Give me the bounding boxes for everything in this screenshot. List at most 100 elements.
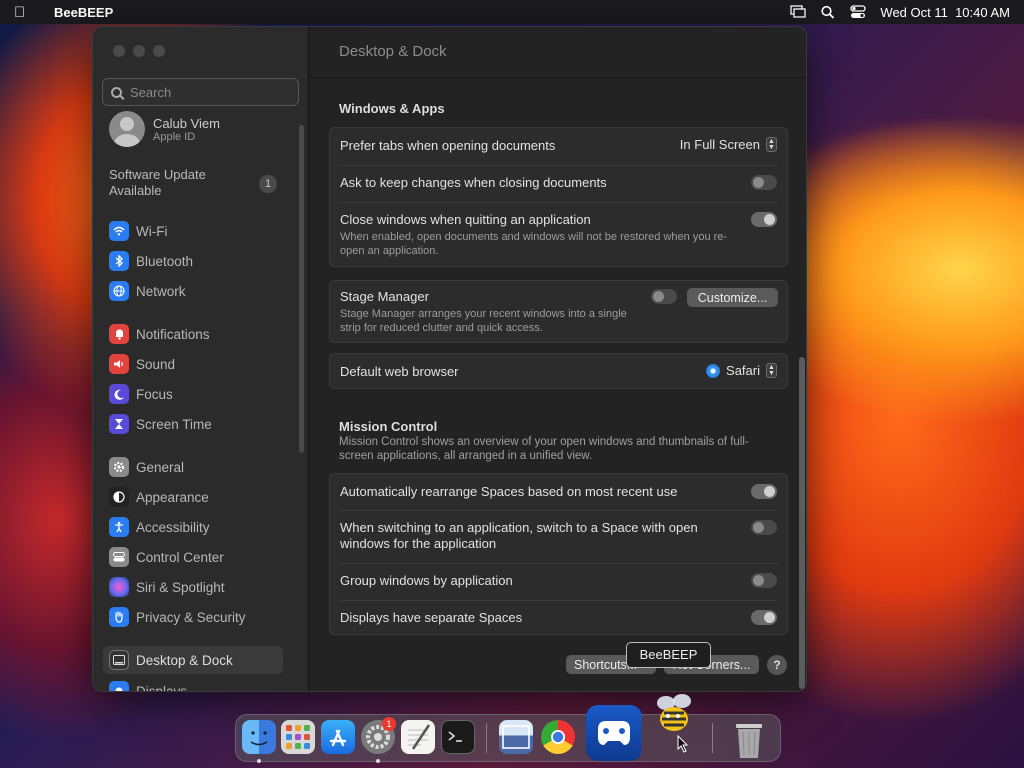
launchpad-icon[interactable] bbox=[281, 720, 315, 754]
steam-link-icon[interactable] bbox=[586, 705, 642, 761]
wifi-icon bbox=[109, 221, 129, 241]
software-update-item[interactable]: Software Update Available bbox=[109, 167, 239, 199]
zoom-window-button[interactable] bbox=[153, 45, 165, 57]
menubar-clock[interactable]: Wed Oct 11 10:40 AM bbox=[880, 5, 1010, 20]
prefer-tabs-select[interactable]: In Full Screen ▲ ▼ bbox=[680, 137, 777, 152]
auto-rearrange-toggle[interactable] bbox=[751, 484, 777, 499]
sidebar-item-bluetooth[interactable]: Bluetooth bbox=[109, 248, 193, 274]
active-app-name[interactable]: BeeBEEP bbox=[54, 5, 113, 20]
spotlight-search-icon[interactable] bbox=[820, 5, 836, 19]
group-windows-toggle[interactable] bbox=[751, 573, 777, 588]
settings-sidebar: Search Calub Viem Apple ID Software Upda… bbox=[93, 27, 309, 691]
screen-mirroring-icon[interactable] bbox=[790, 5, 807, 19]
sidebar-item-sound[interactable]: Sound bbox=[109, 351, 175, 377]
moon-icon bbox=[109, 384, 129, 404]
sidebar-item-label: Sound bbox=[136, 356, 176, 372]
search-placeholder: Search bbox=[130, 84, 172, 100]
running-indicator bbox=[376, 759, 380, 763]
sidebar-item-network[interactable]: Network bbox=[109, 278, 186, 304]
sidebar-item-appearance[interactable]: Appearance bbox=[109, 484, 209, 510]
sidebar-item-screen-time[interactable]: Screen Time bbox=[109, 411, 212, 437]
sidebar-item-notifications[interactable]: Notifications bbox=[109, 321, 210, 347]
dock-tooltip: BeeBEEP bbox=[626, 642, 711, 668]
section-heading-windows-apps: Windows & Apps bbox=[339, 101, 445, 116]
menu-bar:  BeeBEEP Wed Oct 11 10:40 AM bbox=[0, 0, 1024, 24]
trash-icon[interactable] bbox=[732, 720, 766, 758]
close-window-button[interactable] bbox=[113, 45, 125, 57]
sidebar-item-desktop-dock[interactable]: Desktop & Dock bbox=[103, 646, 283, 674]
chrome-icon[interactable] bbox=[541, 720, 575, 754]
appearance-icon bbox=[109, 487, 129, 507]
ask-keep-changes-row: Ask to keep changes when closing documen… bbox=[330, 175, 787, 190]
sidebar-item-label: Bluetooth bbox=[136, 253, 194, 269]
window-controls bbox=[113, 45, 165, 57]
toolbar-divider bbox=[309, 77, 806, 78]
divider bbox=[340, 510, 777, 511]
finder-icon[interactable] bbox=[242, 720, 276, 754]
sidebar-item-focus[interactable]: Focus bbox=[109, 381, 173, 407]
globe-icon bbox=[109, 281, 129, 301]
hourglass-icon bbox=[109, 414, 129, 434]
page-title: Desktop & Dock bbox=[339, 43, 447, 60]
default-browser-select[interactable]: Safari ▲ ▼ bbox=[706, 363, 777, 378]
help-button[interactable]: ? bbox=[767, 655, 787, 675]
sidebar-item-accessibility[interactable]: Accessibility bbox=[109, 514, 210, 540]
hand-icon bbox=[109, 607, 129, 627]
app-store-icon[interactable] bbox=[321, 720, 355, 754]
sidebar-item-label: Desktop & Dock bbox=[136, 652, 233, 668]
sidebar-list: Calub Viem Apple ID Software Update Avai… bbox=[93, 111, 309, 692]
sidebar-item-displays[interactable]: Displays bbox=[109, 678, 188, 692]
search-input[interactable]: Search bbox=[102, 78, 299, 106]
display-icon bbox=[109, 681, 129, 691]
sidebar-item-label: Privacy & Security bbox=[136, 609, 246, 625]
customize-button[interactable]: Customize... bbox=[687, 288, 778, 307]
control-center-icon bbox=[109, 547, 129, 567]
sidebar-item-control-center[interactable]: Control Center bbox=[109, 544, 224, 570]
preview-icon[interactable] bbox=[499, 720, 533, 754]
minimize-window-button[interactable] bbox=[133, 45, 145, 57]
content-scrollbar[interactable] bbox=[799, 357, 805, 689]
sidebar-item-label: Screen Time bbox=[136, 416, 212, 432]
apple-menu-icon[interactable]:  bbox=[14, 4, 40, 21]
sidebar-item-wifi[interactable]: Wi-Fi bbox=[109, 218, 167, 244]
windows-apps-group: Prefer tabs when opening documents In Fu… bbox=[329, 127, 788, 267]
prefer-tabs-label: Prefer tabs when opening documents bbox=[340, 138, 556, 153]
stage-manager-group: Stage Manager Stage Manager arranges you… bbox=[329, 280, 788, 343]
gear-icon bbox=[109, 457, 129, 477]
control-center-icon[interactable] bbox=[850, 5, 867, 19]
default-browser-label: Default web browser bbox=[340, 364, 459, 379]
apple-id-account[interactable]: Calub Viem Apple ID bbox=[109, 111, 220, 147]
account-subtitle: Apple ID bbox=[153, 130, 196, 143]
divider bbox=[340, 165, 777, 166]
sidebar-item-label: Wi-Fi bbox=[136, 223, 168, 239]
safari-icon bbox=[706, 363, 721, 378]
sidebar-item-siri-spotlight[interactable]: Siri & Spotlight bbox=[109, 574, 225, 600]
sidebar-item-general[interactable]: General bbox=[109, 454, 184, 480]
stage-manager-toggle[interactable] bbox=[651, 289, 677, 304]
close-windows-label: Close windows when quitting an applicati… bbox=[340, 212, 591, 227]
terminal-icon[interactable] bbox=[441, 720, 475, 754]
speaker-icon bbox=[109, 354, 129, 374]
search-icon bbox=[111, 86, 122, 98]
switch-space-toggle[interactable] bbox=[751, 520, 777, 535]
running-indicator bbox=[257, 759, 261, 763]
sidebar-item-label: Siri & Spotlight bbox=[136, 579, 225, 595]
mission-control-description: Mission Control shows an overview of you… bbox=[339, 436, 749, 462]
sidebar-item-privacy-security[interactable]: Privacy & Security bbox=[109, 604, 246, 630]
auto-rearrange-label: Automatically rearrange Spaces based on … bbox=[340, 484, 678, 499]
stage-manager-description: Stage Manager arranges your recent windo… bbox=[340, 308, 627, 334]
dock: 1 bbox=[235, 694, 781, 763]
close-windows-description: When enabled, open documents and windows… bbox=[340, 231, 728, 257]
close-windows-toggle[interactable] bbox=[751, 212, 777, 227]
desktop-icon bbox=[109, 650, 129, 670]
separate-spaces-toggle[interactable] bbox=[751, 610, 777, 625]
sidebar-item-label: Displays bbox=[136, 683, 188, 692]
sidebar-item-label: Accessibility bbox=[136, 519, 210, 535]
bell-icon bbox=[109, 324, 129, 344]
ask-keep-changes-toggle[interactable] bbox=[751, 175, 777, 190]
ask-keep-changes-label: Ask to keep changes when closing documen… bbox=[340, 175, 607, 190]
textedit-icon[interactable] bbox=[401, 720, 435, 754]
default-browser-group: Default web browser Safari ▲ ▼ bbox=[329, 353, 788, 389]
sidebar-scrollbar[interactable] bbox=[299, 125, 304, 453]
beebeep-icon[interactable] bbox=[648, 689, 700, 741]
